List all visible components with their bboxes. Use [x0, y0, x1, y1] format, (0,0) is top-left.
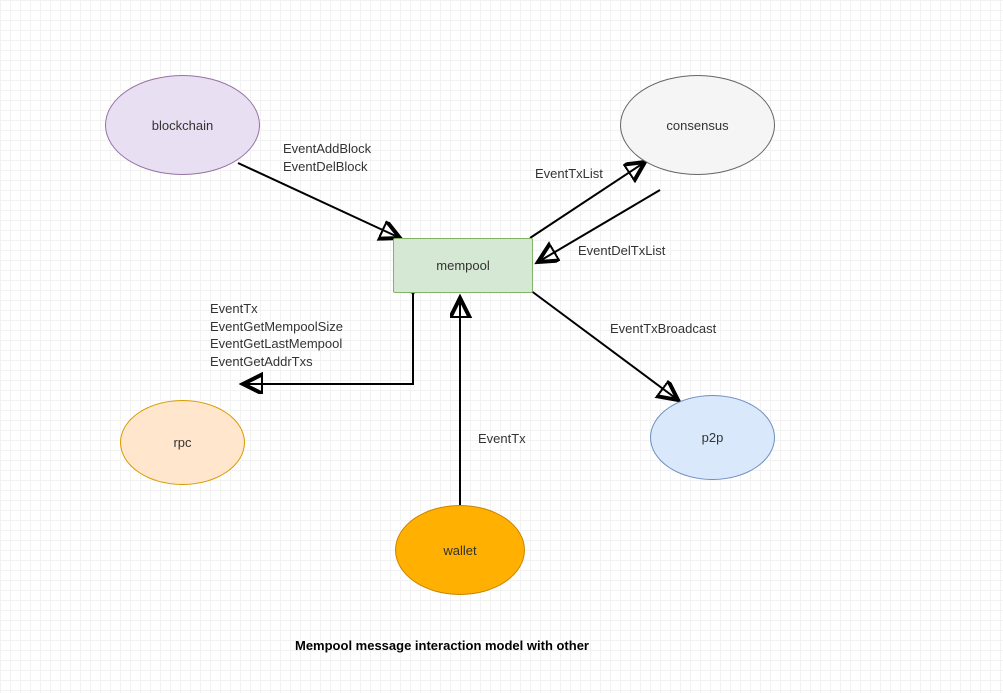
label-consensus-mempool: EventDelTxList — [578, 242, 665, 260]
node-rpc-label: rpc — [173, 435, 191, 450]
diagram-caption: Mempool message interaction model with o… — [295, 638, 589, 653]
node-p2p[interactable]: p2p — [650, 395, 775, 480]
node-consensus-label: consensus — [666, 118, 728, 133]
edge-mempool-p2p — [530, 290, 678, 400]
node-mempool[interactable]: mempool — [393, 238, 533, 293]
label-mempool-rpc: EventTx EventGetMempoolSize EventGetLast… — [210, 300, 343, 370]
node-blockchain[interactable]: blockchain — [105, 75, 260, 175]
node-wallet-label: wallet — [443, 543, 476, 558]
label-blockchain-mempool: EventAddBlock EventDelBlock — [283, 140, 371, 175]
label-mempool-consensus: EventTxList — [535, 165, 603, 183]
node-consensus[interactable]: consensus — [620, 75, 775, 175]
label-mempool-p2p: EventTxBroadcast — [610, 320, 716, 338]
node-blockchain-label: blockchain — [152, 118, 213, 133]
node-p2p-label: p2p — [702, 430, 724, 445]
node-mempool-label: mempool — [436, 258, 489, 273]
label-wallet-mempool: EventTx — [478, 430, 526, 448]
node-rpc[interactable]: rpc — [120, 400, 245, 485]
node-wallet[interactable]: wallet — [395, 505, 525, 595]
diagram-stage: blockchain consensus mempool rpc p2p wal… — [0, 0, 1003, 693]
